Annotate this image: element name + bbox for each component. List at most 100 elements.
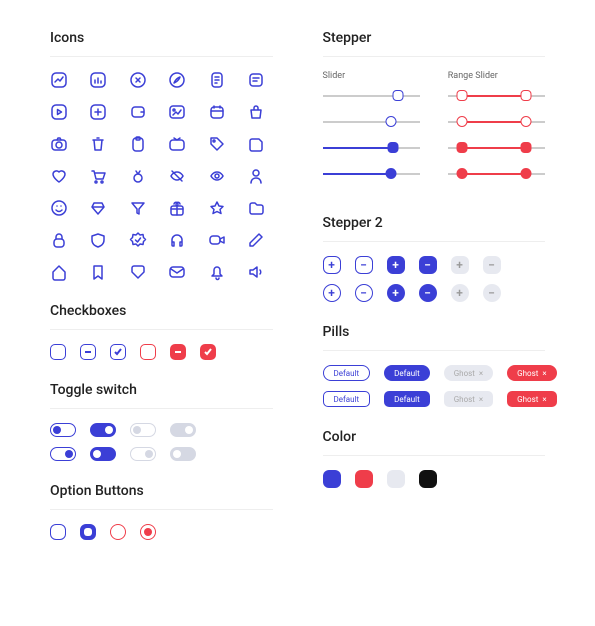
heart-icon[interactable] [50,167,68,185]
trash-icon[interactable] [89,135,107,153]
checkbox-red-indeterminate[interactable] [170,344,186,360]
color-blue[interactable] [323,470,341,488]
stepper-plus-fill[interactable]: + [387,256,405,274]
toggle-grey-on[interactable] [170,423,196,437]
video-icon[interactable] [208,231,226,249]
checkbox-checked[interactable] [110,344,126,360]
option-red-selected[interactable] [140,524,156,540]
checkbox-unchecked[interactable] [50,344,66,360]
pill-grey-ghost-sq[interactable]: Ghost× [444,391,493,407]
pill-grey-ghost[interactable]: Ghost× [444,365,493,381]
range-red-solid[interactable] [448,141,545,155]
chart-line-icon[interactable] [50,71,68,89]
close-icon[interactable]: × [542,395,546,404]
folder-icon[interactable] [247,199,265,217]
stepper-minus-outline[interactable]: − [355,256,373,274]
check-badge-icon[interactable] [129,231,147,249]
stepper-plus-grey-circle[interactable]: + [451,284,469,302]
star-icon[interactable] [208,199,226,217]
toggle-grey-outline-on[interactable] [130,447,156,461]
pill-blue[interactable]: Default [384,365,430,381]
compass-icon[interactable] [129,71,147,89]
toggle-outline-on[interactable] [50,447,76,461]
home-icon[interactable] [50,263,68,281]
pills-title: Pills [323,324,546,351]
range-red-solid-circle[interactable] [448,167,545,181]
calendar-icon[interactable] [208,103,226,121]
gift-icon[interactable] [168,199,186,217]
bar-chart-icon[interactable] [89,71,107,89]
stepper-minus-fill-circle[interactable]: − [419,284,437,302]
close-icon[interactable]: × [479,369,483,378]
range-red-outline-circle[interactable] [448,115,545,129]
pill-blue-sq[interactable]: Default [384,391,430,407]
stepper-minus-outline-circle[interactable]: − [355,284,373,302]
stepper-plus-grey[interactable]: + [451,256,469,274]
color-black[interactable] [419,470,437,488]
lock-icon[interactable] [50,231,68,249]
toggle-grey-off[interactable] [130,423,156,437]
stepper-plus-outline-circle[interactable]: + [323,284,341,302]
toggle-fill-on[interactable] [90,423,116,437]
range-red-outline[interactable] [448,89,545,103]
toggle-grey-fill-off[interactable] [170,447,196,461]
slider-blue-solid[interactable] [323,141,420,155]
bag-icon[interactable] [247,103,265,121]
note-icon[interactable] [247,71,265,89]
mail-icon[interactable] [168,263,186,281]
edit-icon[interactable] [247,231,265,249]
emoji-icon[interactable] [50,199,68,217]
image-icon[interactable] [168,103,186,121]
user-icon[interactable] [247,167,265,185]
filter-icon[interactable] [129,199,147,217]
cart-icon[interactable] [89,167,107,185]
tv-icon[interactable] [168,135,186,153]
stepper-minus-grey-circle[interactable]: − [483,284,501,302]
toggle-outline-off[interactable] [50,423,76,437]
sticker-icon[interactable] [247,135,265,153]
bell-icon[interactable] [208,263,226,281]
stepper-minus-fill[interactable]: − [419,256,437,274]
pill-outline[interactable]: Default [323,365,371,381]
eye-off-icon[interactable] [168,167,186,185]
diamond-icon[interactable] [89,199,107,217]
stepper-minus-grey[interactable]: − [483,256,501,274]
checkbox-red-unchecked[interactable] [140,344,156,360]
tag-icon[interactable] [208,135,226,153]
save-icon[interactable] [129,263,147,281]
slider-blue-outline-circle[interactable] [323,115,420,129]
camera-icon[interactable] [50,135,68,153]
stepper-plus-fill-circle[interactable]: + [387,284,405,302]
ring-icon[interactable] [129,167,147,185]
icons-title: Icons [50,30,273,57]
option-blue-empty[interactable] [50,524,66,540]
play-icon[interactable] [50,103,68,121]
bookmark-icon[interactable] [89,263,107,281]
checkbox-indeterminate[interactable] [80,344,96,360]
close-icon[interactable]: × [479,395,483,404]
wallet-icon[interactable] [129,103,147,121]
stepper-plus-outline[interactable]: + [323,256,341,274]
speaker-icon[interactable] [247,263,265,281]
stepper-title: Stepper [323,30,546,57]
headphones-icon[interactable] [168,231,186,249]
pill-red-ghost-sq[interactable]: Ghost× [507,391,556,407]
close-icon[interactable]: × [542,369,546,378]
leaf-icon[interactable] [168,71,186,89]
checkbox-red-checked[interactable] [200,344,216,360]
clipboard-icon[interactable] [129,135,147,153]
shield-icon[interactable] [89,231,107,249]
pill-red-ghost[interactable]: Ghost× [507,365,556,381]
toggle-fill-off[interactable] [90,447,116,461]
slider-blue-solid-circle[interactable] [323,167,420,181]
plus-square-icon[interactable] [89,103,107,121]
pill-outline-sq[interactable]: Default [323,391,371,407]
option-blue-selected[interactable] [80,524,96,540]
color-red[interactable] [355,470,373,488]
slider-blue-outline[interactable] [323,89,420,103]
option-section: Option Buttons [50,483,273,540]
document-icon[interactable] [208,71,226,89]
option-red-empty[interactable] [110,524,126,540]
color-grey[interactable] [387,470,405,488]
eye-icon[interactable] [208,167,226,185]
